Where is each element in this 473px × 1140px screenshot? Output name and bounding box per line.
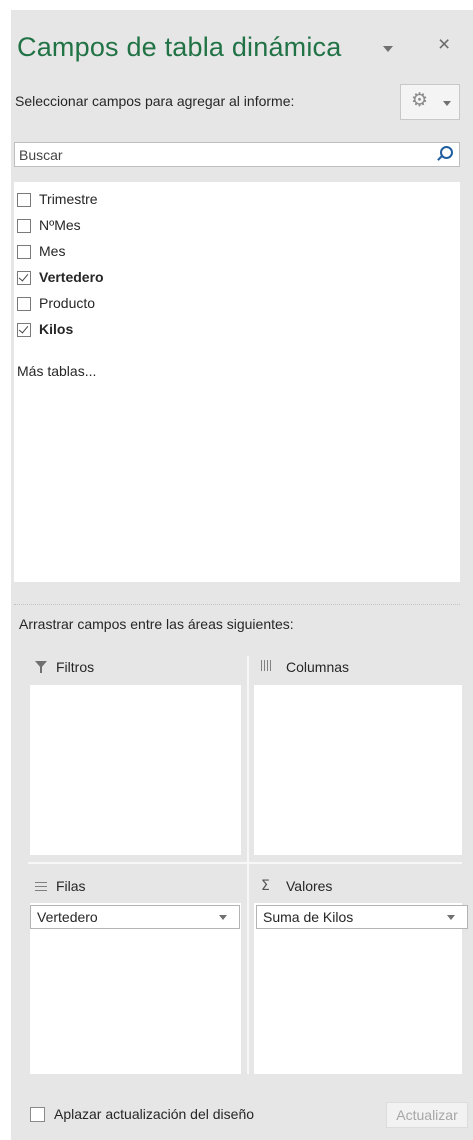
search-box[interactable]: [14, 142, 460, 167]
defer-layout-label[interactable]: Aplazar actualización del diseño: [54, 1106, 254, 1122]
more-tables-link[interactable]: Más tablas...: [17, 363, 96, 379]
columns-icon: [261, 660, 273, 671]
field-label: NºMes: [39, 217, 81, 233]
filters-drop-zone[interactable]: [30, 685, 241, 855]
chevron-down-icon: [443, 101, 451, 106]
pill-label: Suma de Kilos: [263, 909, 354, 925]
close-icon[interactable]: ×: [438, 34, 450, 55]
field-checkbox[interactable]: [17, 297, 31, 311]
rows-icon: [35, 882, 47, 892]
area-divider-vertical: [247, 656, 249, 1074]
columns-drop-zone[interactable]: [254, 685, 462, 855]
drag-fields-instruction: Arrastrar campos entre las áreas siguien…: [19, 616, 294, 632]
area-divider-horizontal: [28, 862, 462, 864]
sigma-icon: Σ: [261, 878, 270, 894]
update-button[interactable]: Actualizar: [386, 1102, 468, 1128]
field-label: Trimestre: [39, 191, 98, 207]
splitter[interactable]: [14, 604, 460, 605]
filter-icon: [35, 661, 47, 673]
search-input[interactable]: [17, 145, 429, 164]
rows-area-label: Filas: [56, 878, 86, 894]
field-label: Mes: [39, 243, 66, 259]
filters-area-label: Filtros: [56, 659, 95, 675]
pane-title: Campos de tabla dinámica: [17, 32, 342, 62]
values-area-label: Valores: [286, 878, 333, 894]
chevron-down-icon[interactable]: [219, 915, 227, 920]
field-checkbox[interactable]: [17, 245, 31, 259]
choose-fields-label: Seleccionar campos para agregar al infor…: [15, 93, 295, 109]
field-checkbox[interactable]: [17, 193, 31, 207]
rows-field-vertedero[interactable]: Vertedero: [30, 905, 240, 929]
values-field-suma-de-kilos[interactable]: Suma de Kilos: [256, 905, 468, 929]
field-list: Trimestre NºMes Mes Vertedero Producto K…: [14, 182, 460, 582]
field-checkbox[interactable]: [17, 219, 31, 233]
gear-icon: ⚙: [411, 90, 429, 111]
columns-area-label: Columnas: [286, 659, 350, 675]
defer-layout-checkbox[interactable]: [30, 1107, 45, 1122]
search-icon[interactable]: [440, 146, 453, 159]
field-label: Vertedero: [39, 269, 104, 285]
field-checkbox-checked[interactable]: [17, 323, 31, 337]
task-pane-options-dropdown-icon[interactable]: [383, 46, 393, 52]
field-label: Kilos: [39, 321, 74, 337]
tools-button[interactable]: ⚙: [400, 84, 460, 120]
chevron-down-icon[interactable]: [447, 915, 455, 920]
field-checkbox-checked[interactable]: [17, 271, 31, 285]
pill-label: Vertedero: [37, 909, 98, 925]
field-label: Producto: [39, 295, 96, 311]
